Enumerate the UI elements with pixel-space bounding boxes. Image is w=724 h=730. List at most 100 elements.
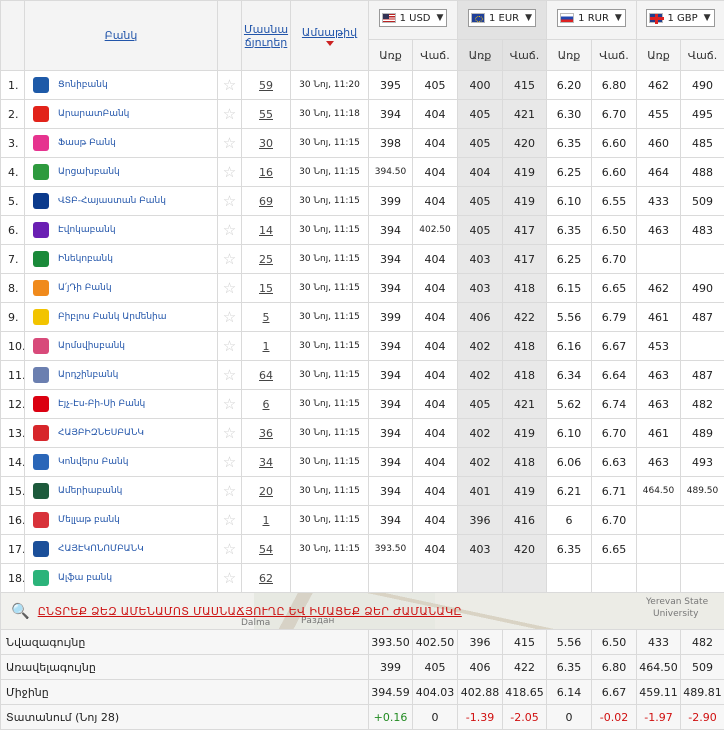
- bank-cell[interactable]: Ամերիաբանկ: [25, 477, 218, 506]
- branches-cell[interactable]: 69: [242, 187, 291, 216]
- star-icon[interactable]: ☆: [223, 540, 236, 558]
- bank-name-link[interactable]: Արդշինբանկ: [58, 370, 118, 380]
- branches-count-link[interactable]: 25: [259, 253, 273, 266]
- favorite-cell[interactable]: ☆: [218, 71, 242, 100]
- branches-cell[interactable]: 20: [242, 477, 291, 506]
- bank-name-link[interactable]: Էվոկաբանկ: [58, 225, 116, 235]
- currency-select-usd[interactable]: 1 USD▼: [369, 1, 458, 40]
- currency-select-rur[interactable]: 1 RUR▼: [547, 1, 637, 40]
- branches-count-link[interactable]: 59: [259, 79, 273, 92]
- favorite-cell[interactable]: ☆: [218, 477, 242, 506]
- branches-count-link[interactable]: 69: [259, 195, 273, 208]
- star-icon[interactable]: ☆: [223, 221, 236, 239]
- star-icon[interactable]: ☆: [223, 250, 236, 268]
- star-icon[interactable]: ☆: [223, 134, 236, 152]
- star-icon[interactable]: ☆: [223, 366, 236, 384]
- bank-cell[interactable]: Արմսվիսբանկ: [25, 332, 218, 361]
- branches-cell[interactable]: 1: [242, 332, 291, 361]
- bank-cell[interactable]: ՀԱՅԷԿՈՆՈՄԲԱՆԿ: [25, 535, 218, 564]
- bank-name-link[interactable]: Ինեկոբանկ: [58, 254, 113, 264]
- star-icon[interactable]: ☆: [223, 569, 236, 587]
- bank-name-link[interactable]: ՎՏԲ-Հայաստան Բանկ: [58, 196, 166, 206]
- branches-cell[interactable]: 14: [242, 216, 291, 245]
- branches-count-link[interactable]: 64: [259, 369, 273, 382]
- bank-cell[interactable]: Ինեկոբանկ: [25, 245, 218, 274]
- favorite-cell[interactable]: ☆: [218, 506, 242, 535]
- branches-cell[interactable]: 1: [242, 506, 291, 535]
- branches-cell[interactable]: 64: [242, 361, 291, 390]
- branches-count-link[interactable]: 62: [259, 572, 273, 585]
- favorite-cell[interactable]: ☆: [218, 390, 242, 419]
- currency-select-eur[interactable]: 1 EUR▼: [458, 1, 547, 40]
- branches-cell[interactable]: 62: [242, 564, 291, 593]
- star-icon[interactable]: ☆: [223, 192, 236, 210]
- bank-name-link[interactable]: Ալֆա բանկ: [58, 573, 112, 583]
- bank-cell[interactable]: Ցոնիբանկ: [25, 71, 218, 100]
- star-icon[interactable]: ☆: [223, 105, 236, 123]
- star-icon[interactable]: ☆: [223, 279, 236, 297]
- date-header[interactable]: Ամսաթիվ: [291, 1, 369, 71]
- bank-cell[interactable]: Բիբլոս Բանկ Արմենիա: [25, 303, 218, 332]
- branch-search-banner[interactable]: Раздан Dalma Yerevan State University 🔍 …: [1, 593, 724, 630]
- bank-name-link[interactable]: ՀԱՅԷԿՈՆՈՄԲԱՆԿ: [58, 544, 144, 554]
- branches-count-link[interactable]: 14: [259, 224, 273, 237]
- bank-cell[interactable]: ԱրարատԲանկ: [25, 100, 218, 129]
- branches-count-link[interactable]: 1: [263, 340, 270, 353]
- star-icon[interactable]: ☆: [223, 482, 236, 500]
- branches-cell[interactable]: 15: [242, 274, 291, 303]
- branches-cell[interactable]: 59: [242, 71, 291, 100]
- bank-name-link[interactable]: ԱրարատԲանկ: [58, 109, 129, 119]
- favorite-cell[interactable]: ☆: [218, 187, 242, 216]
- bank-cell[interactable]: Կոնվերս Բանկ: [25, 448, 218, 477]
- bank-cell[interactable]: ՀԱՅԲԻԶՆԵՍԲԱՆԿ: [25, 419, 218, 448]
- branches-count-link[interactable]: 5: [263, 311, 270, 324]
- branches-count-link[interactable]: 54: [259, 543, 273, 556]
- branches-cell[interactable]: 5: [242, 303, 291, 332]
- star-icon[interactable]: ☆: [223, 308, 236, 326]
- bank-name-link[interactable]: Ամերիաբանկ: [58, 486, 122, 496]
- favorite-cell[interactable]: ☆: [218, 535, 242, 564]
- branches-header[interactable]: Մասնաճյուղեր: [242, 1, 291, 71]
- star-icon[interactable]: ☆: [223, 511, 236, 529]
- branches-count-link[interactable]: 34: [259, 456, 273, 469]
- branches-count-link[interactable]: 55: [259, 108, 273, 121]
- branches-cell[interactable]: 6: [242, 390, 291, 419]
- bank-name-link[interactable]: Ֆասթ Բանկ: [58, 138, 116, 148]
- favorite-cell[interactable]: ☆: [218, 361, 242, 390]
- branches-count-link[interactable]: 30: [259, 137, 273, 150]
- favorite-cell[interactable]: ☆: [218, 448, 242, 477]
- branches-count-link[interactable]: 16: [259, 166, 273, 179]
- branches-cell[interactable]: 54: [242, 535, 291, 564]
- bank-name-link[interactable]: Բիբլոս Բանկ Արմենիա: [58, 312, 167, 322]
- branches-count-link[interactable]: 36: [259, 427, 273, 440]
- favorite-cell[interactable]: ☆: [218, 332, 242, 361]
- star-icon[interactable]: ☆: [223, 424, 236, 442]
- branches-cell[interactable]: 34: [242, 448, 291, 477]
- branches-count-link[interactable]: 6: [263, 398, 270, 411]
- star-icon[interactable]: ☆: [223, 395, 236, 413]
- branches-cell[interactable]: 36: [242, 419, 291, 448]
- branches-count-link[interactable]: 20: [259, 485, 273, 498]
- bank-name-link[interactable]: ՀԱՅԲԻԶՆԵՍԲԱՆԿ: [58, 428, 144, 438]
- favorite-cell[interactable]: ☆: [218, 216, 242, 245]
- bank-cell[interactable]: Ա՛յԴի Բանկ: [25, 274, 218, 303]
- branch-search-link[interactable]: ԸՆՏՐԵՔ ՁԵԶ ԱՄԵՆԱՄՈՏ ՄԱՍՆԱՃՅՈՒՂԸ ԵՎ ԻՄԱՑԵ…: [38, 605, 462, 618]
- favorite-cell[interactable]: ☆: [218, 274, 242, 303]
- bank-cell[interactable]: Էյչ-Էս-Բի-Սի Բանկ: [25, 390, 218, 419]
- favorite-cell[interactable]: ☆: [218, 419, 242, 448]
- bank-cell[interactable]: ՎՏԲ-Հայաստան Բանկ: [25, 187, 218, 216]
- bank-name-link[interactable]: Ցոնիբանկ: [58, 80, 108, 90]
- bank-cell[interactable]: Ալֆա բանկ: [25, 564, 218, 593]
- bank-header[interactable]: Բանկ: [25, 1, 218, 71]
- favorite-cell[interactable]: ☆: [218, 158, 242, 187]
- star-icon[interactable]: ☆: [223, 76, 236, 94]
- favorite-cell[interactable]: ☆: [218, 100, 242, 129]
- bank-cell[interactable]: Արցախբանկ: [25, 158, 218, 187]
- star-icon[interactable]: ☆: [223, 453, 236, 471]
- favorite-cell[interactable]: ☆: [218, 564, 242, 593]
- branches-cell[interactable]: 25: [242, 245, 291, 274]
- bank-cell[interactable]: Արդշինբանկ: [25, 361, 218, 390]
- bank-cell[interactable]: Մելլաթ բանկ: [25, 506, 218, 535]
- bank-name-link[interactable]: Արցախբանկ: [58, 167, 120, 177]
- favorite-cell[interactable]: ☆: [218, 129, 242, 158]
